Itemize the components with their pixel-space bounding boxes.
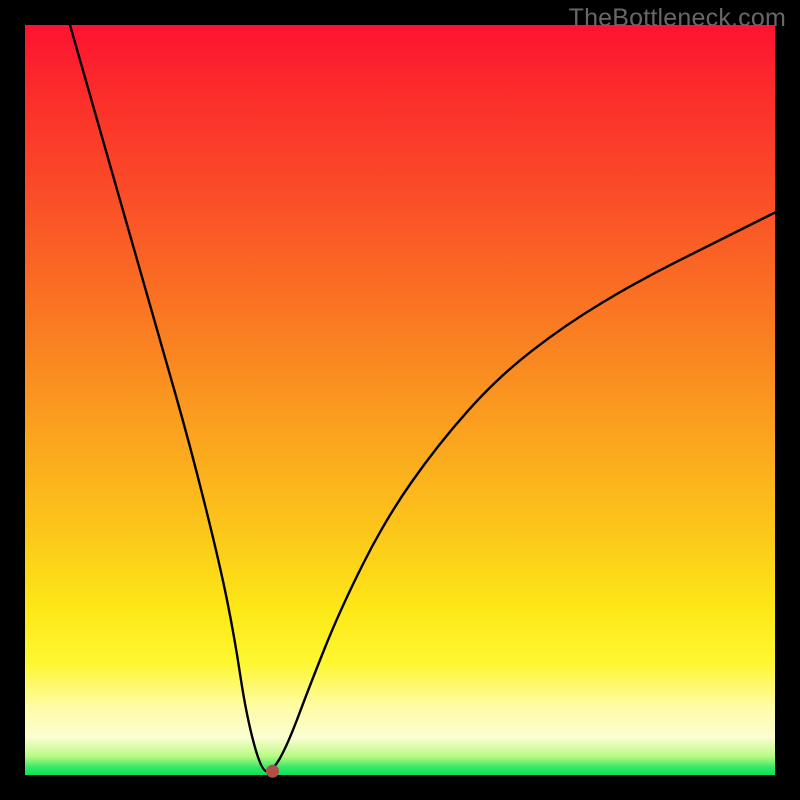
optimum-marker xyxy=(266,765,279,778)
watermark-text: TheBottleneck.com xyxy=(569,4,786,33)
plot-area xyxy=(25,25,775,775)
chart-svg xyxy=(25,25,775,775)
chart-frame: TheBottleneck.com xyxy=(0,0,800,800)
bottleneck-curve xyxy=(70,25,775,771)
